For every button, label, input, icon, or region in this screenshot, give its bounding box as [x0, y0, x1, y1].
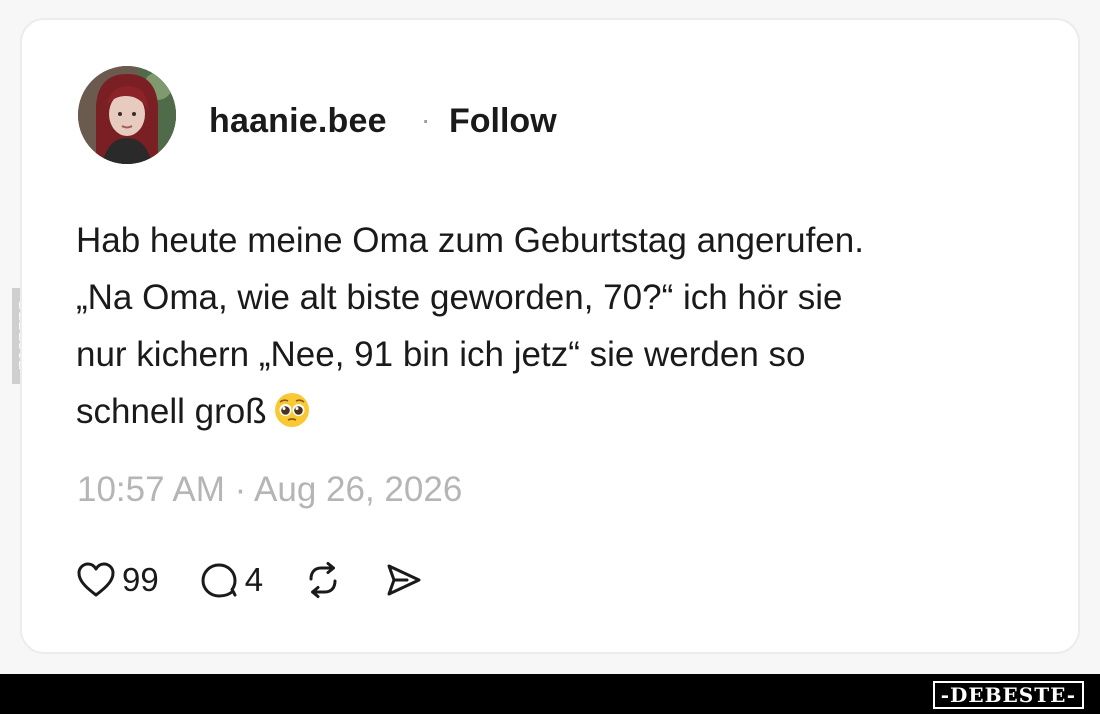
post-text-line-last: schnell groß: [76, 383, 1016, 446]
post-text-line: „Na Oma, wie alt biste geworden, 70?“ ic…: [76, 278, 843, 317]
footer-bar: -DEBESTE-: [0, 674, 1100, 714]
timestamp: 10:57 AM · Aug 26, 2026: [77, 470, 463, 509]
follow-button[interactable]: Follow: [449, 102, 557, 141]
watermark-logo: -DEBESTE-: [932, 681, 1084, 709]
avatar-image: [78, 66, 176, 164]
send-icon: [383, 561, 423, 599]
pleading-face-emoji-icon: [273, 389, 311, 446]
post-text-line: schnell groß: [76, 392, 267, 431]
comments-count: 4: [244, 561, 264, 598]
comment-button[interactable]: 4: [199, 561, 263, 599]
page: DEBESTE haanie.bee · Follow Hab heute me…: [0, 0, 1100, 714]
separator-dot: ·: [421, 104, 431, 135]
share-button[interactable]: [383, 561, 423, 599]
post-text-line: Hab heute meine Oma zum Geburtstag anger…: [76, 221, 864, 260]
repost-button[interactable]: [303, 561, 343, 599]
post-text: Hab heute meine Oma zum Geburtstag anger…: [76, 212, 1016, 446]
repost-icon: [303, 561, 343, 599]
likes-count: 99: [122, 561, 159, 598]
action-bar: 99 4: [76, 558, 463, 602]
username[interactable]: haanie.bee: [209, 102, 387, 141]
heart-icon: [76, 561, 116, 599]
like-button[interactable]: 99: [76, 561, 159, 599]
avatar[interactable]: [78, 66, 176, 164]
comment-bubble-icon: [199, 561, 239, 599]
post-card: haanie.bee · Follow Hab heute meine Oma …: [20, 18, 1080, 654]
post-text-line: nur kichern „Nee, 91 bin ich jetz“ sie w…: [76, 335, 806, 374]
